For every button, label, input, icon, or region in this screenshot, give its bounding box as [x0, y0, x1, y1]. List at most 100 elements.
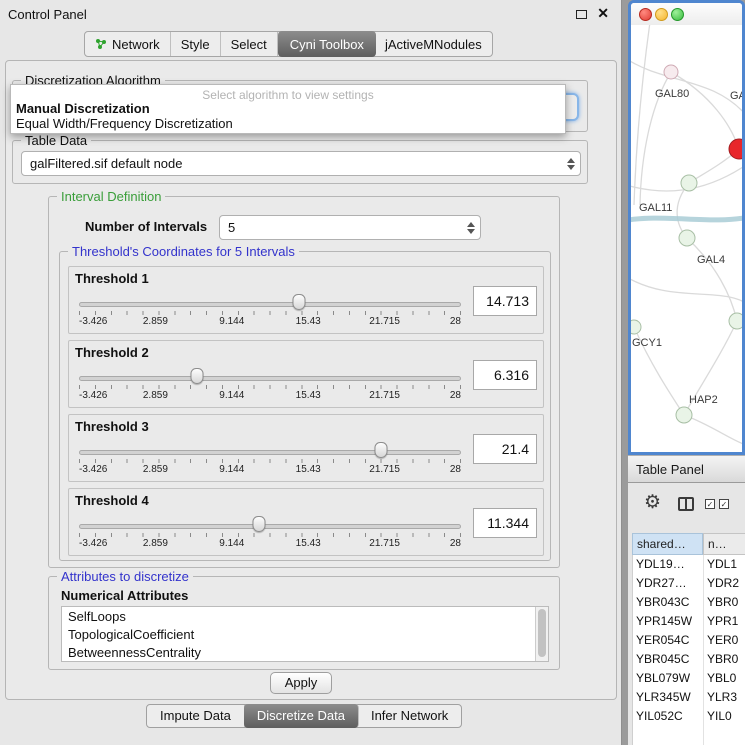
list-item[interactable]: BetweennessCentrality [62, 643, 548, 661]
table-cell: YIL0 [703, 707, 732, 726]
control-panel-window: Control Panel ✕ Network Style Select Cyn… [0, 0, 622, 745]
threshold-3-slider[interactable]: -3.4262.8599.14415.4321.71528 [79, 439, 461, 479]
threshold-4-panel: Threshold 4 -3.4262.8599.14415.4321.7152… [68, 488, 544, 556]
threshold-4-value-field[interactable]: 11.344 [473, 508, 537, 538]
table-cell: YBR0 [703, 593, 738, 612]
tick-label: 9.144 [219, 464, 244, 475]
tick-label: 28 [450, 390, 461, 401]
slider-track[interactable] [79, 524, 461, 529]
number-of-intervals-combobox[interactable]: 5 [219, 215, 481, 240]
network-canvas[interactable]: GAL80 GA GAL11 GAL4 GCY1 HAP2 [631, 25, 742, 455]
node[interactable] [679, 230, 695, 246]
table-row[interactable]: YBR043CYBR0 [633, 593, 745, 612]
list-scrollbar[interactable] [535, 607, 548, 661]
slider-tickmarks [79, 459, 461, 463]
tab-discretize-data[interactable]: Discretize Data [244, 704, 359, 728]
threshold-1-value-field[interactable]: 14.713 [473, 286, 537, 316]
close-icon[interactable]: ✕ [597, 5, 609, 22]
slider-track[interactable] [79, 302, 461, 307]
tick-label: 2.859 [143, 464, 168, 475]
table-cell: YBL0 [703, 669, 736, 688]
tick-label: -3.426 [79, 316, 107, 327]
threshold-3-panel: Threshold 3 -3.4262.8599.14415.4321.7152… [68, 414, 544, 482]
tab-network[interactable]: Network [85, 32, 171, 56]
scrollbar-thumb[interactable] [538, 609, 546, 657]
slider-thumb[interactable] [293, 294, 306, 310]
table-row[interactable]: YIL052CYIL0 [633, 707, 745, 726]
tab-impute-data[interactable]: Impute Data [147, 705, 245, 727]
screen: Control Panel ✕ Network Style Select Cyn… [0, 0, 745, 745]
tick-label: 2.859 [143, 538, 168, 549]
close-traffic-light[interactable] [639, 8, 652, 21]
table-row[interactable]: YPR145WYPR1 [633, 612, 745, 631]
slider-track[interactable] [79, 450, 461, 455]
table-row[interactable]: YLR345WYLR3 [633, 688, 745, 707]
table-data-combobox[interactable]: galFiltered.sif default node [21, 151, 581, 176]
node[interactable] [729, 313, 742, 329]
table-row[interactable]: YER054CYER0 [633, 631, 745, 650]
select-checkbox-icon[interactable]: ✓ [719, 499, 729, 509]
node[interactable] [631, 320, 641, 334]
table-cell: YER054C [633, 631, 703, 650]
table-row[interactable]: YBL079WYBL0 [633, 669, 745, 688]
float-window-icon[interactable] [576, 10, 587, 19]
table-row[interactable]: YDL19…YDL1 [633, 555, 745, 574]
minimize-traffic-light[interactable] [655, 8, 668, 21]
network-graph: GAL80 GA GAL11 GAL4 GCY1 HAP2 [631, 25, 742, 455]
tab-cyni-toolbox[interactable]: Cyni Toolbox [278, 31, 376, 57]
slider-thumb[interactable] [191, 368, 204, 384]
slider-track[interactable] [79, 376, 461, 381]
column-header-name[interactable]: n… [703, 533, 745, 555]
network-icon [95, 38, 107, 50]
combobox-value: galFiltered.sif default node [30, 152, 182, 175]
slider-thumb[interactable] [252, 516, 265, 532]
numerical-attributes-list[interactable]: SelfLoopsTopologicalCoefficientBetweenne… [61, 606, 549, 662]
list-item[interactable]: TopologicalCoefficient [62, 625, 548, 643]
bottom-tab-bar: Impute Data Discretize Data Infer Networ… [146, 704, 462, 728]
tab-select[interactable]: Select [221, 32, 278, 56]
table-row[interactable]: YDR27…YDR2 [633, 574, 745, 593]
group-title: Threshold's Coordinates for 5 Intervals [68, 244, 299, 259]
threshold-3-value-field[interactable]: 21.4 [473, 434, 537, 464]
table-cell: YBR045C [633, 650, 703, 669]
tick-label: 28 [450, 464, 461, 475]
threshold-1-slider[interactable]: -3.4262.8599.14415.4321.71528 [79, 291, 461, 331]
tick-label: -3.426 [79, 538, 107, 549]
node-label-gcy1: GCY1 [632, 337, 662, 349]
table-cell: YLR3 [703, 688, 737, 707]
dropdown-option-equal-width[interactable]: Equal Width/Frequency Discretization [11, 116, 565, 131]
stepper-icon [567, 158, 575, 170]
tick-label: 28 [450, 538, 461, 549]
threshold-2-value-field[interactable]: 6.316 [473, 360, 537, 390]
node[interactable] [676, 407, 692, 423]
node[interactable] [681, 175, 697, 191]
apply-button[interactable]: Apply [270, 672, 332, 694]
tab-infer-network[interactable]: Infer Network [358, 705, 461, 727]
node-pink[interactable] [664, 65, 678, 79]
select-checkbox-icon[interactable]: ✓ [705, 499, 715, 509]
slider-thumb[interactable] [374, 442, 387, 458]
tab-jactivemnodules[interactable]: jActiveMNodules [375, 32, 492, 56]
highlighted-edge [631, 217, 742, 221]
tick-label: 21.715 [369, 538, 400, 549]
stepper-icon [467, 222, 475, 234]
table-row[interactable]: YBR045CYBR0 [633, 650, 745, 669]
column-header-shared-name[interactable]: shared… [632, 533, 703, 555]
zoom-traffic-light[interactable] [671, 8, 684, 21]
network-view-window: GAL80 GA GAL11 GAL4 GCY1 HAP2 [628, 0, 745, 455]
window-title: Control Panel [8, 7, 87, 22]
table-panel-header[interactable]: Table Panel [628, 455, 745, 483]
list-item[interactable]: SelfLoops [62, 607, 548, 625]
tick-labels: -3.4262.8599.14415.4321.71528 [79, 390, 461, 402]
tab-style[interactable]: Style [171, 32, 221, 56]
threshold-4-slider[interactable]: -3.4262.8599.14415.4321.71528 [79, 513, 461, 553]
columns-icon[interactable] [678, 497, 694, 511]
dropdown-option-manual[interactable]: Manual Discretization [11, 101, 565, 116]
node-table-body[interactable]: YDL19…YDL1YDR27…YDR2YBR043CYBR0YPR145WYP… [632, 555, 745, 745]
tick-labels: -3.4262.8599.14415.4321.71528 [79, 538, 461, 550]
gear-icon[interactable]: ⚙ [644, 493, 661, 512]
tick-label: 28 [450, 316, 461, 327]
threshold-2-slider[interactable]: -3.4262.8599.14415.4321.71528 [79, 365, 461, 405]
tick-labels: -3.4262.8599.14415.4321.71528 [79, 464, 461, 476]
tab-label: jActiveMNodules [385, 37, 482, 52]
